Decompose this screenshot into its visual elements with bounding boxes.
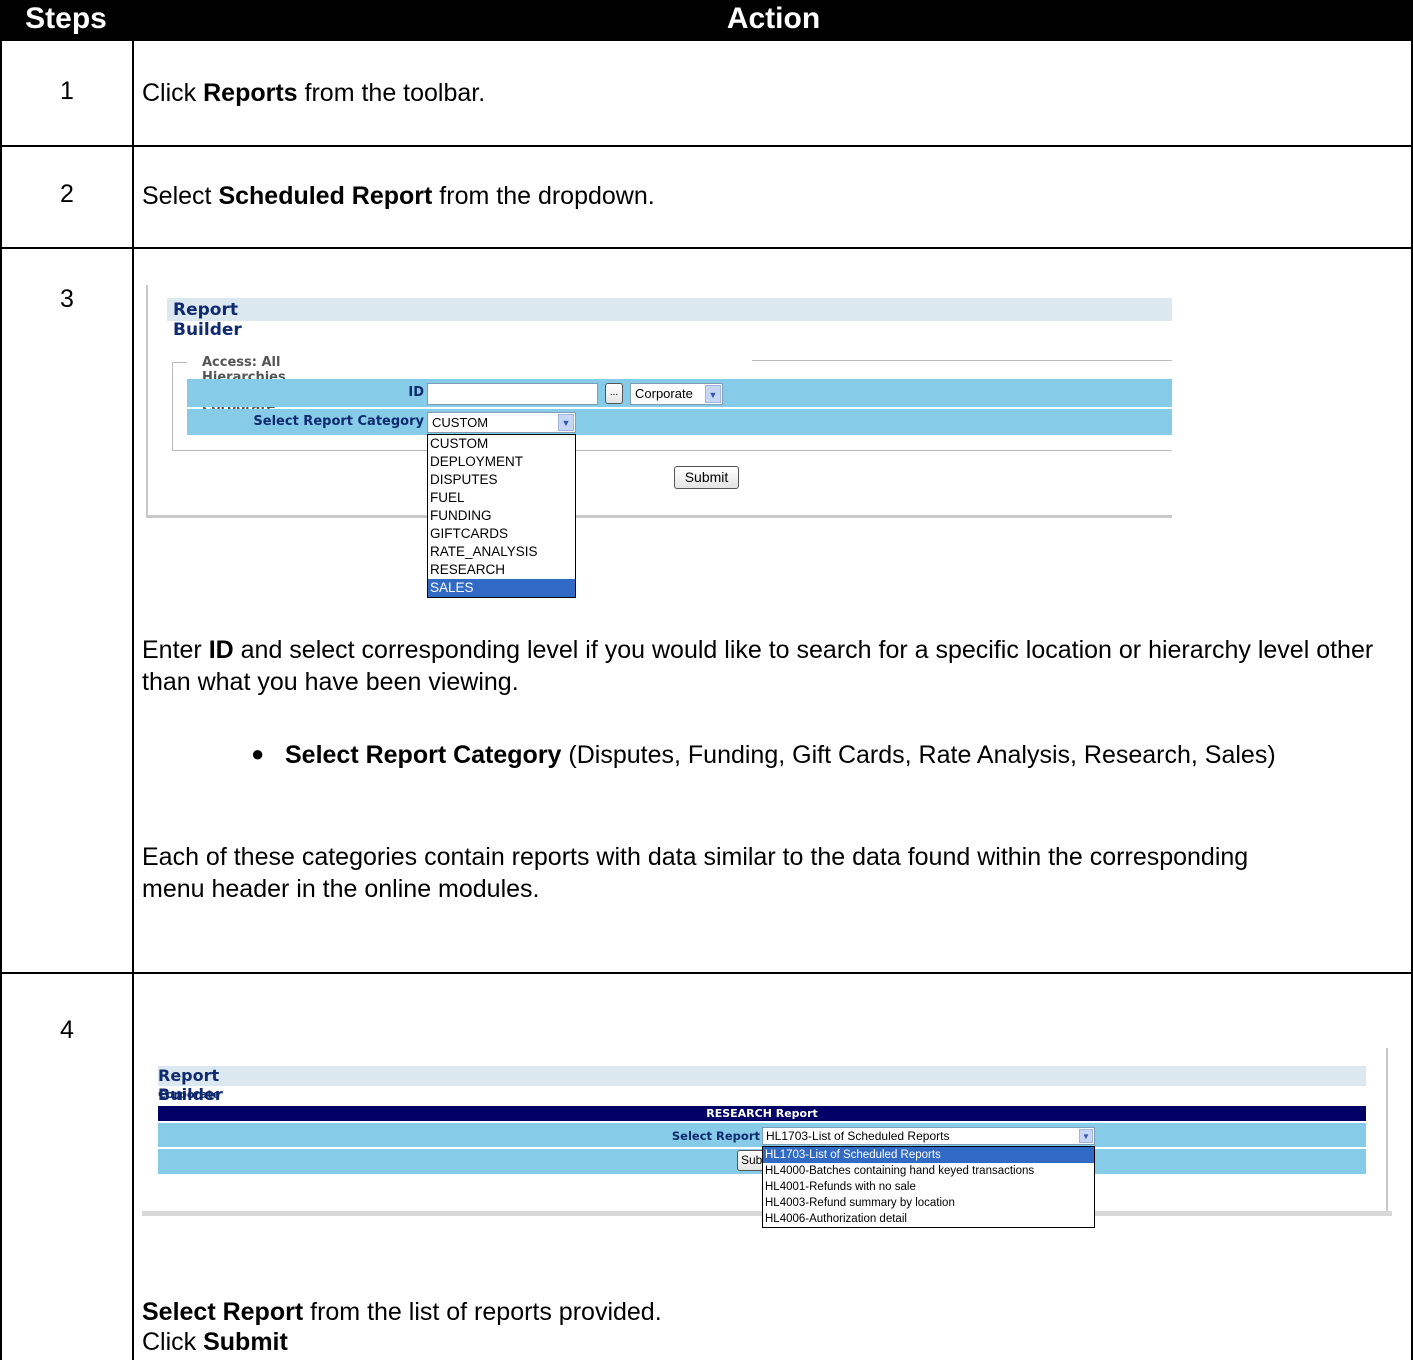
select-report-label: Select Report — [671, 1129, 760, 1143]
category-option[interactable]: CUSTOM — [428, 435, 575, 453]
bullet-dot: ● — [251, 741, 265, 766]
report-option-selected[interactable]: HL1703-List of Scheduled Reports — [763, 1147, 1094, 1163]
step-number: 1 — [60, 77, 74, 105]
page-title: Report Builder — [173, 300, 242, 340]
category-select[interactable]: CUSTOM ▼ — [427, 412, 576, 433]
category-option-selected[interactable]: SALES — [428, 579, 575, 597]
id-input[interactable] — [427, 383, 598, 405]
step-number: 2 — [60, 180, 74, 208]
category-option[interactable]: DEPLOYMENT — [428, 453, 575, 471]
report-option[interactable]: HL4000-Batches containing hand keyed tra… — [763, 1163, 1094, 1179]
report-select-value: HL1703-List of Scheduled Reports — [766, 1129, 950, 1143]
title-band — [158, 1066, 1366, 1086]
title-band — [167, 298, 1172, 321]
step-number: 3 — [60, 285, 74, 313]
chevron-down-icon[interactable]: ▼ — [705, 385, 721, 403]
action-column-header: Action — [726, 2, 821, 35]
report-select[interactable]: HL1703-List of Scheduled Reports ▼ — [762, 1127, 1095, 1145]
column-divider — [132, 41, 134, 1360]
report-bar-title: RESEARCH Report — [158, 1106, 1366, 1121]
step-paragraph: Enter ID and select corresponding level … — [142, 636, 1374, 696]
category-option[interactable]: GIFTCARDS — [428, 525, 575, 543]
row-divider — [0, 247, 1413, 249]
chevron-down-icon[interactable]: ▼ — [558, 414, 574, 431]
step-paragraph: Each of these categories contain reports… — [142, 843, 1249, 903]
table-border-left — [0, 41, 2, 1360]
category-option[interactable]: FUEL — [428, 489, 575, 507]
id-label: ID — [408, 385, 424, 400]
step-instruction: Select Report from the list of reports p… — [142, 1298, 662, 1326]
category-option[interactable]: FUNDING — [428, 507, 575, 525]
report-option[interactable]: HL4006-Authorization detail — [763, 1211, 1094, 1227]
level-select[interactable]: Corporate ▼ — [630, 383, 723, 405]
chevron-down-icon[interactable]: ▼ — [1079, 1129, 1093, 1143]
row-divider — [0, 145, 1413, 147]
bullet-item: Select Report Category (Disputes, Fundin… — [285, 741, 1276, 769]
steps-column-header: Steps — [25, 2, 107, 35]
step-number: 4 — [60, 1016, 74, 1044]
category-label: Select Report Category — [253, 414, 424, 429]
lookup-button[interactable]: ... — [605, 383, 623, 404]
category-option[interactable]: RATE_ANALYSIS — [428, 543, 575, 561]
report-dropdown-list[interactable]: HL1703-List of Scheduled Reports HL4000-… — [762, 1146, 1095, 1228]
category-option[interactable]: DISPUTES — [428, 471, 575, 489]
submit-button[interactable]: Submit — [674, 466, 739, 489]
report-option[interactable]: HL4001-Refunds with no sale — [763, 1179, 1094, 1195]
report-option[interactable]: HL4003-Refund summary by location — [763, 1195, 1094, 1211]
category-dropdown-list[interactable]: CUSTOM DEPLOYMENT DISPUTES FUEL FUNDING … — [427, 434, 576, 598]
step-instruction: Click Submit — [142, 1328, 288, 1356]
step-instruction: Select Scheduled Report from the dropdow… — [142, 182, 655, 210]
row-divider — [0, 972, 1413, 974]
category-option[interactable]: RESEARCH — [428, 561, 575, 579]
step-instruction: Click Reports from the toolbar. — [142, 79, 486, 107]
table-header: Steps Action — [0, 0, 1413, 41]
level-select-value: Corporate — [635, 386, 693, 401]
category-select-value: CUSTOM — [432, 415, 489, 430]
